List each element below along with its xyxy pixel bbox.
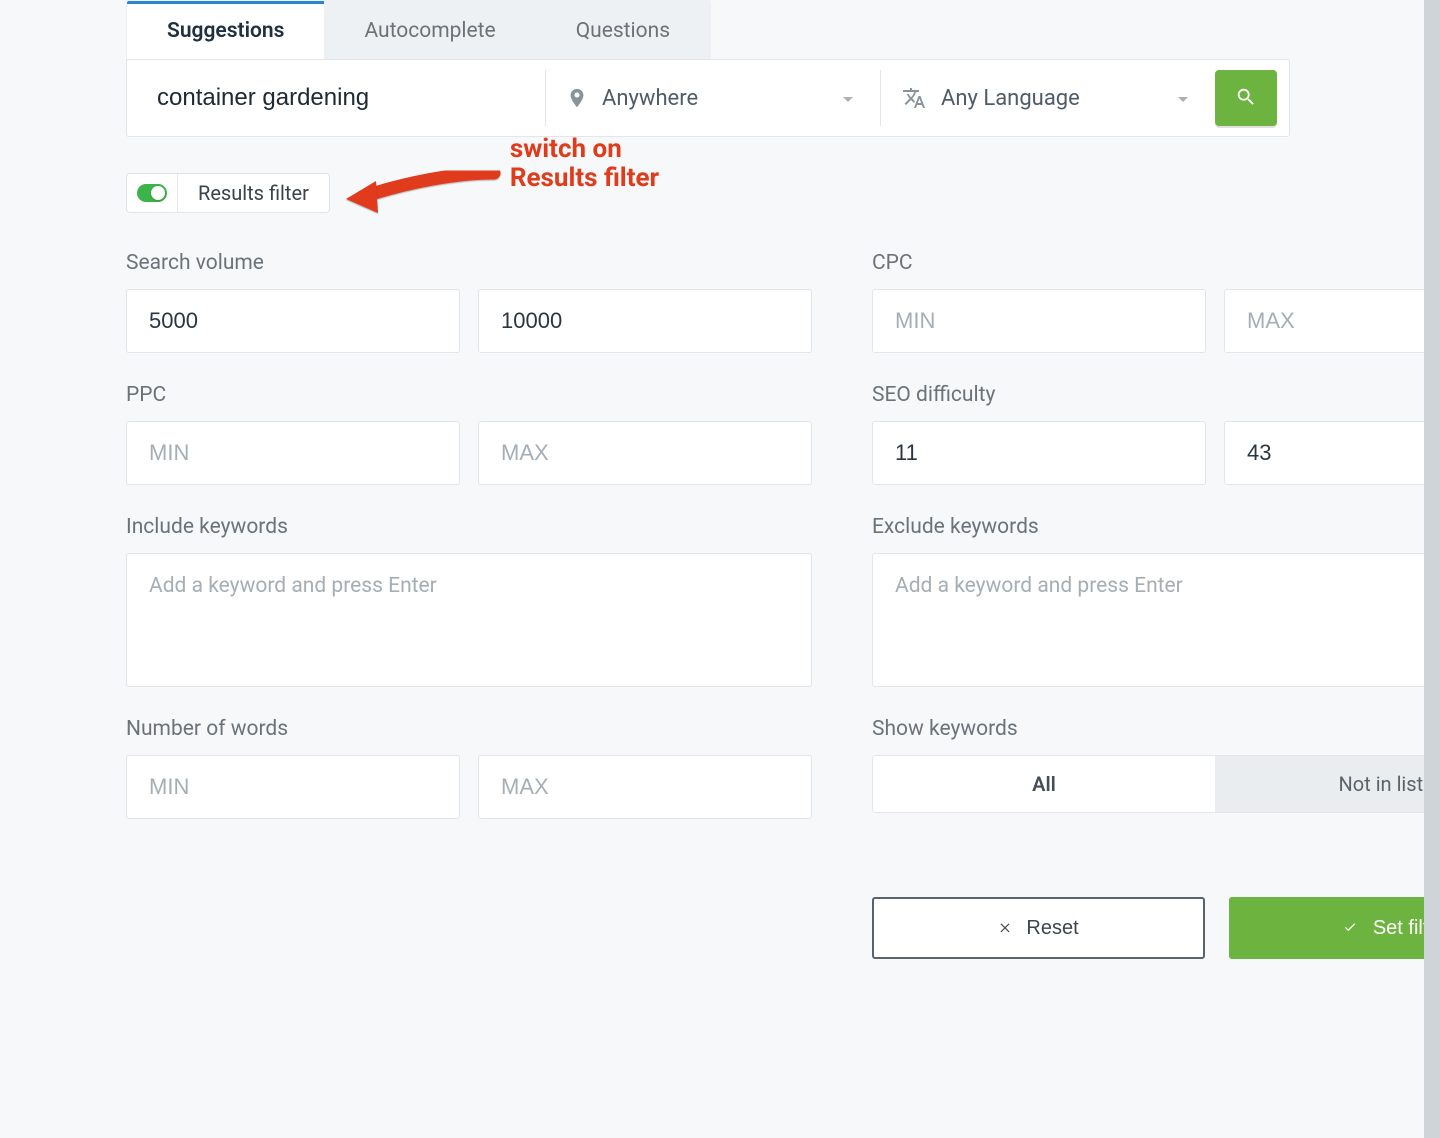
page-container: Suggestions Autocomplete Questions Anywh… [108,0,1308,999]
show-keywords-label: Show keywords [872,717,1440,741]
include-keywords-label: Include keywords [126,515,812,539]
annotation: switch on Results filter [344,163,659,223]
toggle-knob [151,186,165,200]
search-row: Anywhere Any Language [126,59,1290,137]
show-keywords-not-in-lists[interactable]: Not in lists [1215,756,1440,812]
divider [545,70,546,126]
cpc-max-input[interactable] [1224,289,1440,353]
reset-label: Reset [1026,917,1078,940]
include-keywords-input[interactable]: Add a keyword and press Enter [126,553,812,687]
filter-toggle-row: Results filter switch on Results filter [126,163,1290,223]
include-keywords-group: Include keywords Add a keyword and press… [126,515,812,687]
caret-down-icon [842,89,854,108]
num-words-min-input[interactable] [126,755,460,819]
search-volume-max-input[interactable] [478,289,812,353]
cpc-label: CPC [872,251,1440,275]
seo-difficulty-min-input[interactable] [872,421,1206,485]
show-keywords-segmented: All Not in lists [872,755,1440,813]
show-keywords-group: Show keywords All Not in lists [872,717,1440,819]
language-translate-icon [901,86,927,110]
set-filter-button[interactable]: Set filter [1229,897,1440,959]
num-words-group: Number of words [126,717,812,819]
seo-difficulty-max-input[interactable] [1224,421,1440,485]
divider [880,70,881,126]
language-dropdown[interactable]: Any Language [893,78,1203,119]
show-keywords-all[interactable]: All [873,756,1215,812]
seo-difficulty-label: SEO difficulty [872,383,1440,407]
filter-actions: Reset Set filter [872,897,1440,959]
search-volume-min-input[interactable] [126,289,460,353]
language-label: Any Language [941,86,1163,111]
caret-down-icon [1177,89,1189,108]
close-icon [998,917,1012,940]
search-volume-group: Search volume [126,251,812,353]
exclude-keywords-input[interactable]: Add a keyword and press Enter [872,553,1440,687]
location-label: Anywhere [602,86,828,111]
annotation-text: switch on Results filter [510,135,659,192]
ppc-label: PPC [126,383,812,407]
num-words-max-input[interactable] [478,755,812,819]
exclude-keywords-label: Exclude keywords [872,515,1440,539]
location-pin-icon [566,84,588,112]
results-filter-toggle-box: Results filter [126,173,330,213]
filter-grid: Search volume CPC PPC SEO difficulty [126,251,1290,959]
check-icon [1341,917,1359,940]
keyword-input[interactable] [157,84,533,112]
vertical-scrollbar[interactable] [1424,0,1440,1138]
cpc-group: CPC [872,251,1440,353]
ppc-max-input[interactable] [478,421,812,485]
ppc-group: PPC [126,383,812,485]
results-filter-toggle[interactable] [137,184,167,202]
annotation-line2: Results filter [510,163,659,193]
arrow-left-icon [344,163,504,223]
reset-button[interactable]: Reset [872,897,1205,959]
cpc-min-input[interactable] [872,289,1206,353]
results-filter-label: Results filter [178,181,329,205]
exclude-keywords-group: Exclude keywords Add a keyword and press… [872,515,1440,687]
seo-difficulty-group: SEO difficulty [872,383,1440,485]
ppc-min-input[interactable] [126,421,460,485]
tab-questions[interactable]: Questions [536,1,710,59]
search-icon [1235,86,1257,111]
location-dropdown[interactable]: Anywhere [558,76,868,120]
search-volume-label: Search volume [126,251,812,275]
tabs-bar: Suggestions Autocomplete Questions [126,0,711,59]
tab-autocomplete[interactable]: Autocomplete [324,1,535,59]
annotation-line1: switch on [510,134,622,164]
num-words-label: Number of words [126,717,812,741]
search-button[interactable] [1215,70,1277,126]
tab-suggestions[interactable]: Suggestions [127,1,324,59]
toggle-cell [127,174,178,212]
